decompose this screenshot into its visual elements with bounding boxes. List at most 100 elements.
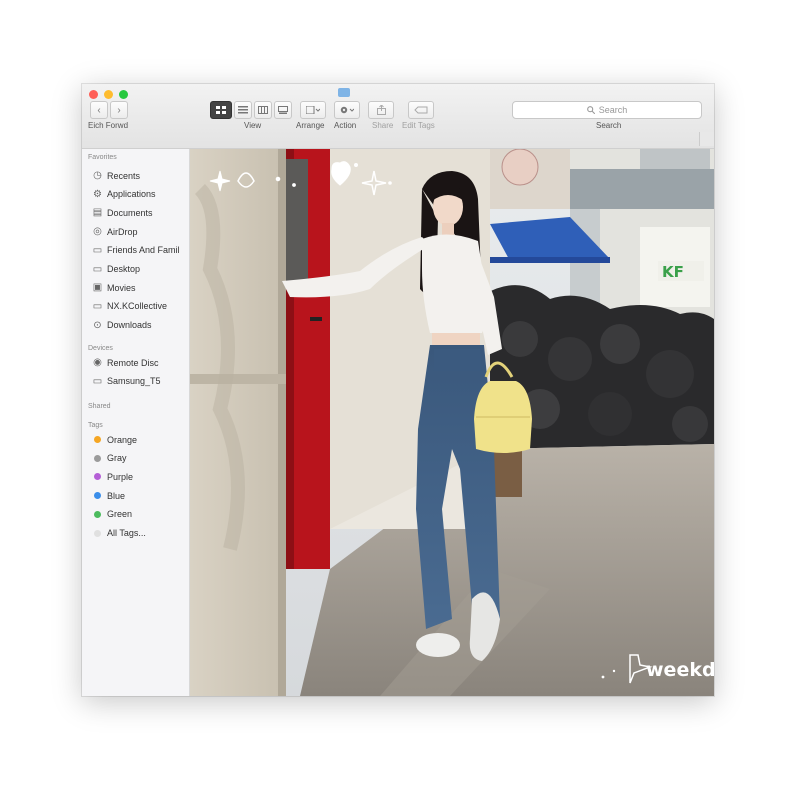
forward-button[interactable]: › [110, 101, 128, 119]
favorites-header: Favorites [88, 154, 117, 161]
chevron-right-icon: › [117, 104, 121, 116]
edit-tags-label: Edit Tags [402, 121, 435, 130]
sidebar-item-applications[interactable]: ⚙ Applications [92, 187, 188, 202]
view-buttons [210, 101, 292, 119]
tag-item-purple[interactable]: Purple [92, 469, 188, 484]
sidebar-item-desktop[interactable]: ▭ Desktop [92, 262, 188, 277]
search-input[interactable]: Search [512, 101, 702, 119]
search-placeholder: Search [598, 105, 628, 115]
devices-header: Devices [88, 345, 113, 352]
view-label: View [244, 121, 262, 130]
watermark-text: weekday [646, 659, 714, 681]
sidebar-item-airdrop[interactable]: ◎ AirDrop [92, 224, 188, 239]
icon-view-button[interactable] [210, 101, 232, 119]
street-photo: KF weekd [190, 149, 714, 696]
title-bar: ‹ › Eich Forwd View Arrange Action Share… [82, 84, 714, 149]
search-icon [586, 106, 595, 114]
list-icon [238, 106, 248, 114]
disc-icon: ◉ [93, 357, 102, 368]
toolbar: ‹ › Eich Forwd View Arrange Action Share… [82, 98, 714, 146]
sidebar-item-label: Recents [107, 170, 141, 181]
folder-icon: ▭ [92, 300, 103, 312]
desktop-icon: ▭ [92, 263, 103, 275]
clock-icon: ◷ [93, 170, 102, 181]
sidebar-item-label: Purple [107, 471, 134, 482]
shared-header: Shared [88, 403, 111, 410]
gallery-icon [278, 106, 288, 114]
sidebar-item-samsung-t5[interactable]: ▭ Samsung_T5 [92, 374, 188, 389]
movies-icon: ▣ [92, 282, 103, 294]
share-label: Share [372, 121, 394, 130]
arrange-label: Arrange [296, 121, 325, 130]
sidebar-item-documents[interactable]: ▤ Documents [92, 205, 188, 220]
sidebar-item-label: Gray [107, 453, 127, 464]
sidebar-item-label: Applications [107, 189, 156, 200]
back-button[interactable]: ‹ [90, 101, 108, 119]
action-group [334, 101, 360, 119]
sidebar-item-friends-and-famil[interactable]: ▭ Friends And Famil [92, 243, 188, 258]
airdrop-icon: ◎ [93, 226, 102, 238]
sidebar-item-label: Green [107, 509, 133, 520]
sidebar-item-label: Samsung_T5 [107, 376, 161, 387]
action-button[interactable] [334, 101, 360, 119]
share-icon [376, 105, 386, 115]
gear-icon [340, 106, 354, 114]
column-view-button[interactable] [254, 101, 272, 119]
arrange-button[interactable] [300, 101, 326, 119]
tag-color-dot [94, 436, 101, 443]
tag-icon [414, 106, 428, 114]
share-group [368, 101, 394, 119]
sidebar-item-label: Desktop [107, 264, 141, 274]
action-label: Action [334, 121, 357, 130]
tag-color-dot [94, 529, 101, 537]
sidebar-item-label: Documents [107, 207, 153, 218]
tags-header: Tags [88, 422, 103, 429]
applications-icon: ⚙ [93, 188, 102, 200]
gallery-view-button[interactable] [274, 101, 292, 119]
edit-tags-group [408, 101, 434, 119]
sidebar-item-nx-kcollective[interactable]: ▭ NX.KCollective [92, 299, 188, 314]
sidebar: Favorites ◷ Recents ⚙ Applications ▤ Document… [82, 149, 190, 696]
tag-color-dot [94, 473, 101, 481]
sidebar-item-label: Blue [107, 490, 126, 501]
sidebar-item-remote-disc[interactable]: ◉ Remote Disc [92, 355, 188, 370]
arrange-group [300, 101, 326, 119]
grid-icon [216, 106, 226, 114]
tag-color-dot [94, 454, 101, 462]
list-view-button[interactable] [234, 101, 252, 119]
sidebar-item-label: Remote Disc [107, 357, 159, 368]
sidebar-item-label: Orange [107, 434, 138, 445]
sidebar-item-recents[interactable]: ◷ Recents [92, 168, 188, 183]
scroll-corner [699, 132, 714, 146]
finder-window: ‹ › Eich Forwd View Arrange Action Share… [82, 84, 714, 696]
sidebar-item-label: All Tags... [107, 528, 146, 538]
sidebar-item-downloads[interactable]: ⊙ Downloads [92, 318, 188, 333]
tag-color-dot [94, 510, 101, 518]
sidebar-item-label: Downloads [107, 320, 152, 331]
share-button[interactable] [368, 101, 394, 119]
folder-icon [338, 88, 350, 97]
search-label: Search [596, 121, 622, 130]
tag-item-blue[interactable]: Blue [92, 488, 188, 503]
columns-icon [258, 106, 268, 114]
sidebar-item-movies[interactable]: ▣ Movies [92, 280, 188, 295]
documents-icon: ▤ [92, 207, 103, 219]
tag-item-all-tags[interactable]: All Tags... [92, 526, 188, 541]
sidebar-item-label: NX.KCollective [107, 301, 168, 312]
tag-item-orange[interactable]: Orange [92, 432, 188, 447]
sidebar-item-label: AirDrop [107, 226, 138, 237]
edit-tags-button[interactable] [408, 101, 434, 119]
arrange-icon [306, 106, 320, 114]
folder-icon: ▭ [92, 244, 103, 256]
sidebar-item-label: Movies [107, 282, 136, 293]
tag-color-dot [94, 492, 101, 500]
tag-item-green[interactable]: Green [92, 507, 188, 522]
tag-item-gray[interactable]: Gray [92, 451, 188, 466]
nav-buttons: ‹ › [90, 101, 128, 119]
sidebar-item-label: Friends And Famil [107, 245, 180, 256]
downloads-icon: ⊙ [93, 319, 102, 331]
location-label: Eich Forwd [88, 121, 129, 130]
background-sign: KF [662, 263, 684, 281]
chevron-left-icon: ‹ [97, 104, 101, 116]
drive-icon: ▭ [92, 375, 103, 387]
